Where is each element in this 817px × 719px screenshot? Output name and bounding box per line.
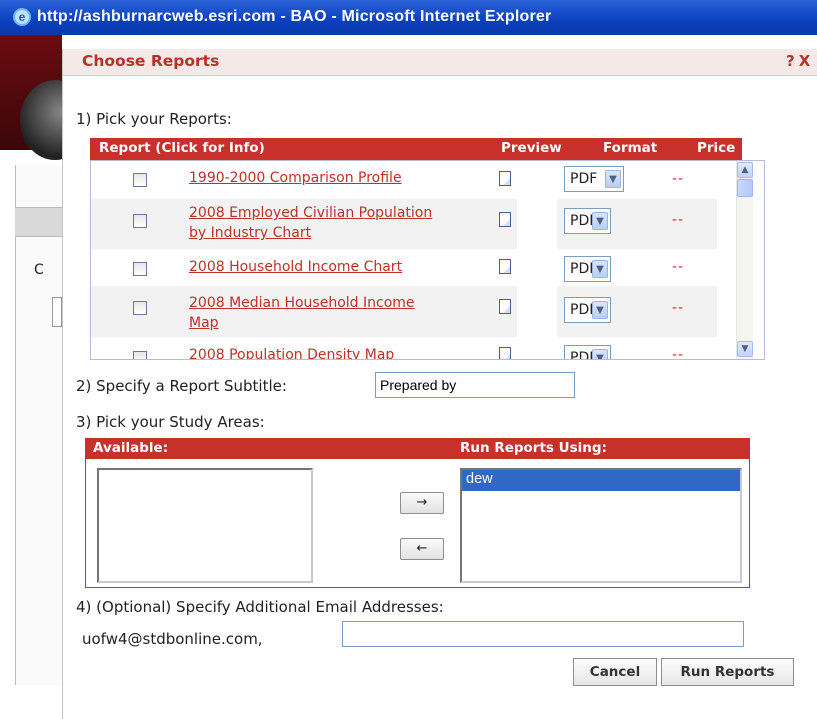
help-button[interactable]: ? [786, 52, 799, 70]
background-panel [15, 165, 62, 685]
report-checkbox[interactable] [133, 214, 147, 228]
report-checkbox[interactable] [133, 173, 147, 187]
report-row: 2008 Household Income Chart PDF ▼ -- [91, 249, 736, 286]
col-format-header: Format [603, 140, 658, 156]
additional-email-input[interactable] [342, 621, 744, 647]
study-areas-panel: Available: Run Reports Using: → ← dew [85, 438, 750, 588]
report-checkbox[interactable] [133, 262, 147, 276]
list-item[interactable]: dew [462, 470, 740, 491]
step4-label: 4) (Optional) Specify Additional Email A… [76, 598, 444, 616]
run-reports-button[interactable]: Run Reports [661, 658, 794, 686]
step1-label: 1) Pick your Reports: [76, 110, 232, 128]
preview-document-icon[interactable] [499, 259, 511, 274]
report-link[interactable]: 2008 Median Household Income Map [189, 293, 415, 333]
browser-title-bar: e http://ashburnarcweb.esri.com - BAO - … [0, 0, 817, 35]
format-select[interactable]: PDF ▼ [564, 208, 611, 234]
format-select[interactable]: PDF ▼ [564, 166, 624, 192]
dialog-title: Choose Reports [82, 52, 220, 70]
col-preview-header: Preview [501, 140, 562, 156]
cancel-button[interactable]: Cancel [573, 658, 657, 686]
report-price: -- [672, 300, 685, 316]
col-report-header: Report (Click for Info) [99, 140, 265, 156]
background-bar [15, 207, 62, 237]
reports-table-header: Report (Click for Info) Preview Format P… [90, 138, 742, 160]
preview-document-icon[interactable] [499, 347, 511, 359]
internet-explorer-icon: e [13, 8, 31, 26]
report-row: 2008 Employed Civilian Population by Indu… [91, 199, 736, 249]
study-areas-header: Available: Run Reports Using: [86, 439, 749, 459]
format-select[interactable]: PDF ▼ [564, 297, 611, 323]
add-area-button[interactable]: → [400, 492, 444, 514]
step2-label: 2) Specify a Report Subtitle: [76, 377, 287, 395]
chevron-down-icon: ▼ [592, 260, 608, 278]
selected-areas-list[interactable]: dew [460, 468, 742, 583]
report-link[interactable]: 2008 Household Income Chart [189, 257, 402, 277]
report-link[interactable]: 2008 Population Density Map [189, 345, 394, 359]
close-button[interactable]: X [799, 52, 815, 70]
background-page: C [0, 35, 90, 719]
format-select[interactable]: PDF ▼ [564, 256, 611, 282]
report-row: 2008 Median Household Income Map PDF ▼ -- [91, 286, 736, 337]
window-title: http://ashburnarcweb.esri.com - BAO - Mi… [37, 8, 552, 25]
col-price-header: Price [697, 140, 736, 156]
report-link[interactable]: 2008 Employed Civilian Population by Indu… [189, 203, 432, 243]
reports-table[interactable]: 1990-2000 Comparison Profile PDF ▼ -- 20… [90, 160, 765, 360]
report-row: 2008 Population Density Map PDF ▼ -- [91, 337, 736, 360]
available-header: Available: [93, 440, 169, 456]
chevron-down-icon: ▼ [592, 212, 608, 230]
report-subtitle-input[interactable] [375, 372, 575, 398]
preview-document-icon[interactable] [499, 299, 511, 314]
dialog-header-actions: ?X [786, 52, 814, 70]
report-row: 1990-2000 Comparison Profile PDF ▼ -- [91, 161, 736, 199]
scroll-up-icon[interactable]: ▲ [737, 162, 753, 178]
report-link[interactable]: 1990-2000 Comparison Profile [189, 168, 402, 188]
choose-reports-dialog: Choose Reports ?X 1) Pick your Reports: … [62, 49, 817, 719]
report-price: -- [672, 347, 685, 360]
remove-area-button[interactable]: ← [400, 538, 444, 560]
run-using-header: Run Reports Using: [460, 440, 607, 456]
report-checkbox[interactable] [133, 301, 147, 315]
report-price: -- [672, 212, 685, 228]
background-text-fragment: C [34, 262, 44, 278]
reports-scrollbar[interactable]: ▲ ▼ [736, 161, 753, 359]
available-areas-list[interactable] [97, 468, 313, 583]
chevron-down-icon: ▼ [592, 301, 608, 319]
scroll-down-icon[interactable]: ▼ [737, 341, 753, 357]
email-prefix: uofw4@stdbonline.com, [82, 630, 263, 648]
report-checkbox[interactable] [133, 351, 147, 359]
step3-label: 3) Pick your Study Areas: [76, 413, 265, 431]
background-input-fragment [52, 297, 62, 327]
dialog-header: Choose Reports ?X [63, 49, 817, 76]
preview-document-icon[interactable] [499, 171, 511, 186]
format-select[interactable]: PDF ▼ [564, 345, 611, 359]
report-price: -- [672, 171, 685, 187]
scroll-thumb[interactable] [737, 179, 753, 197]
report-price: -- [672, 259, 685, 275]
chevron-down-icon: ▼ [592, 349, 608, 359]
chevron-down-icon: ▼ [605, 170, 621, 188]
preview-document-icon[interactable] [499, 212, 511, 227]
